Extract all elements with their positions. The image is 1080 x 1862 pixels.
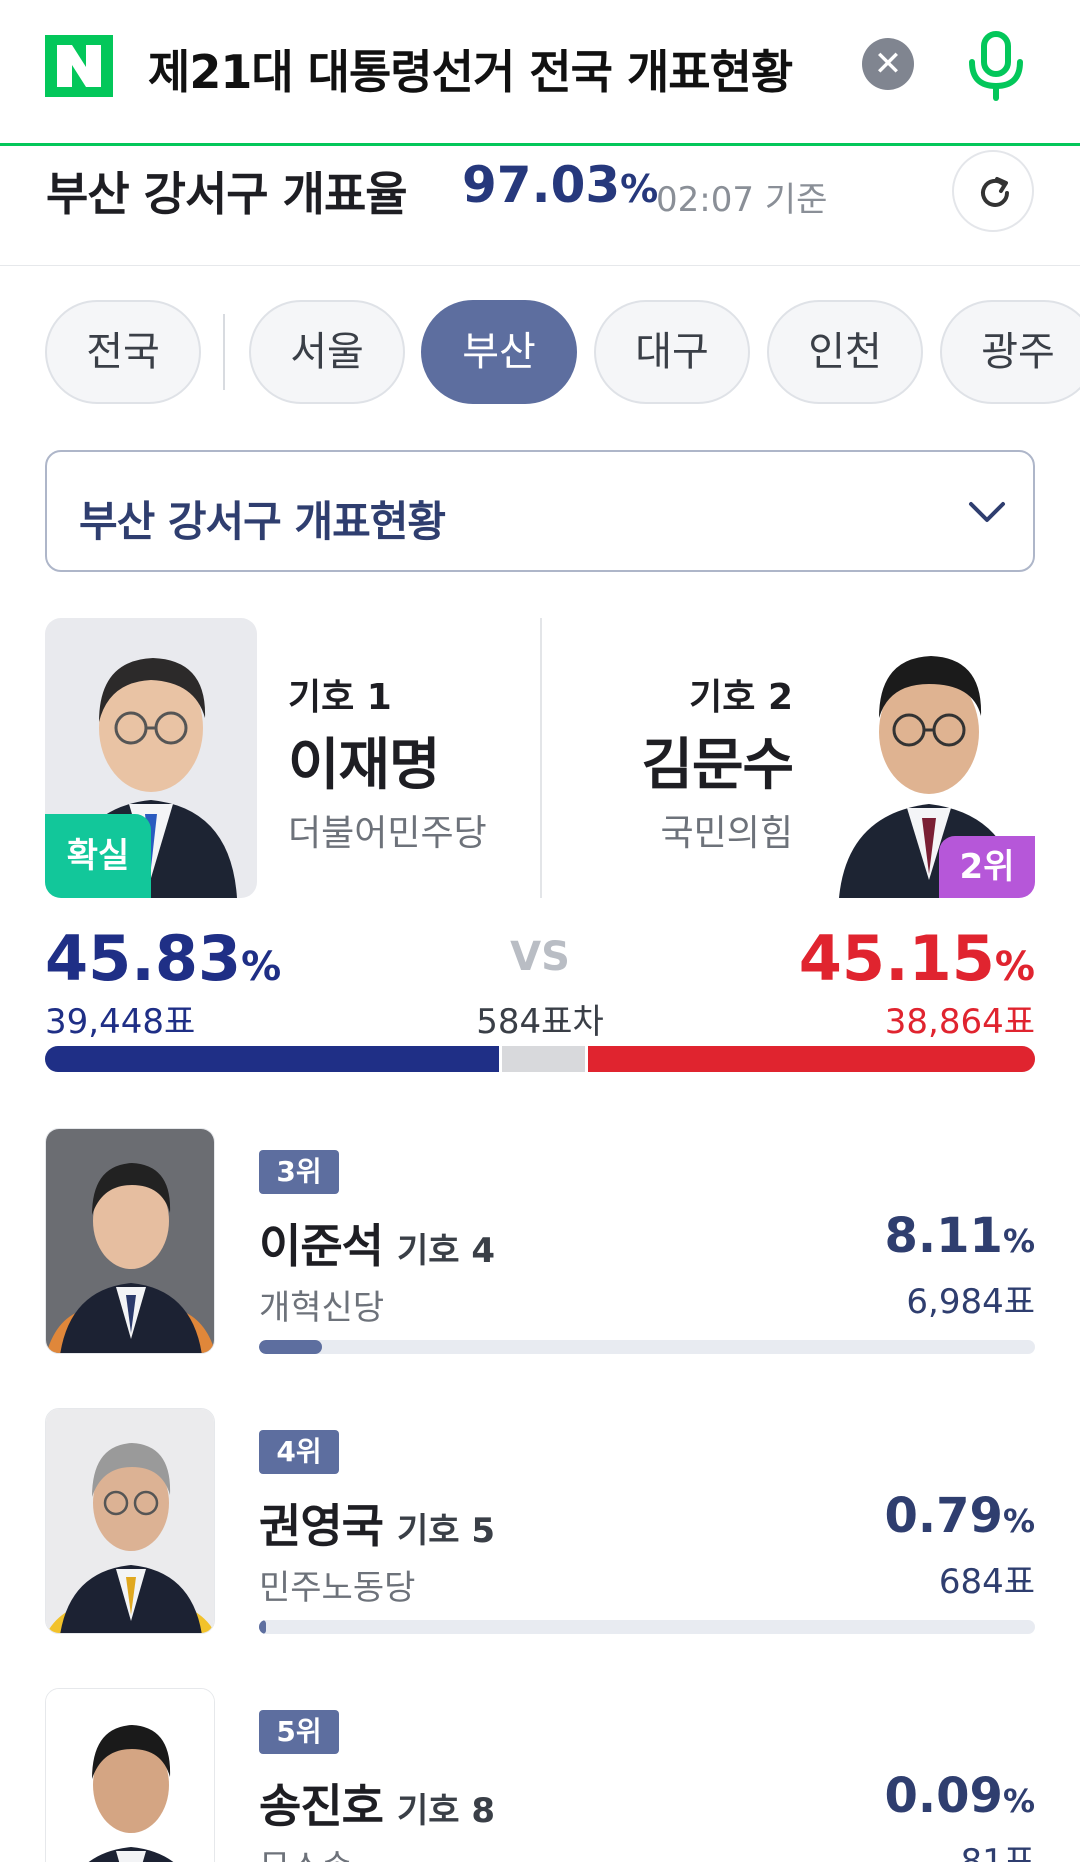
candidate-3-photo[interactable] [45,1128,215,1354]
district-select[interactable]: 부산 강서구 개표현황 [45,450,1035,572]
rank-2-badge: 2위 [939,836,1035,898]
candidate-name-text: 이준석 [259,1219,384,1273]
candidate-name-text: 권영국 [259,1499,384,1553]
candidate-5-name[interactable]: 송진호 기호 8 [259,1770,495,1836]
candidate-party: 개혁신당 [259,1288,385,1328]
center-divider [540,618,542,898]
vote-share-bar [45,1046,1035,1072]
candidate-1-percent: 45.83% [45,922,281,995]
candidate-share-fill [259,1340,322,1354]
tab-divider [223,314,225,390]
candidate-row-5[interactable]: 5위 송진호 기호 8 무소속 0.09% 81표 [0,1688,1080,1862]
candidate-party: 민주노동당 [259,1568,416,1608]
candidate-row-4[interactable]: 4위 권영국 기호 5 민주노동당 0.79% 684표 [0,1408,1080,1648]
naver-logo-icon[interactable] [45,35,113,97]
rank-badge: 3위 [259,1150,339,1194]
candidate-1-number: 기호 1 [288,677,392,718]
candidate-number: 기호 4 [396,1231,496,1271]
candidate-2-number: 기호 2 [689,677,793,718]
count-rate-title: 부산 강서구 개표율 [46,167,408,221]
close-icon: ✕ [873,44,903,84]
candidate-1-percent-unit: % [241,944,282,990]
district-select-label: 부산 강서구 개표현황 [79,497,446,546]
candidate-4-photo[interactable] [45,1408,215,1634]
vote-difference: 584표차 [476,1002,604,1042]
rank-badge: 5위 [259,1710,339,1754]
bar-gap [499,1046,502,1072]
rank-badge: 4위 [259,1430,339,1474]
tab-gwangju[interactable]: 광주 [940,300,1080,404]
candidate-1-votes: 39,448표 [45,1002,196,1042]
vs-label: VS [510,934,570,980]
candidate-2-party: 국민의힘 [660,813,793,854]
region-tabs: 전국 서울 부산 대구 인천 광주 [0,300,1080,406]
search-bar: 제21대 대통령선거 전국 개표현황 ✕ [0,0,1080,146]
candidate-2-share-bar [588,1046,1035,1072]
tab-national[interactable]: 전국 [45,300,201,404]
candidate-share-bar [259,1340,1035,1354]
count-rate-unit: % [620,167,659,211]
search-input[interactable]: 제21대 대통령선거 전국 개표현황 [148,36,793,102]
count-timestamp: 02:07 기준 [656,180,828,220]
tab-busan[interactable]: 부산 [421,300,577,404]
candidate-1-share-bar [45,1046,499,1072]
candidate-3-name[interactable]: 이준석 기호 4 [259,1210,495,1276]
tab-daegu[interactable]: 대구 [594,300,750,404]
candidate-1-name[interactable]: 이재명 [288,720,441,801]
candidate-name-text: 송진호 [259,1779,384,1833]
refresh-icon [981,177,1009,207]
candidate-percent-unit: % [1002,1502,1035,1540]
candidate-number: 기호 5 [396,1511,496,1551]
candidate-percent: 0.09% [885,1768,1036,1824]
candidate-row-3[interactable]: 3위 이준석 기호 4 개혁신당 8.11% 6,984표 [0,1128,1080,1368]
candidate-number: 기호 8 [396,1791,496,1831]
candidate-percent-value: 8.11 [884,1208,1003,1264]
candidate-1-party: 더불어민주당 [288,813,487,854]
count-rate-value: 97.03% [462,156,658,214]
candidate-percent-unit: % [1002,1782,1035,1820]
count-rate-header: 부산 강서구 개표율 97.03% 02:07 기준 [0,146,1080,266]
candidate-percent-value: 0.79 [884,1488,1003,1544]
candidate-4-name[interactable]: 권영국 기호 5 [259,1490,495,1556]
candidate-share-bar [259,1620,1035,1634]
tab-seoul[interactable]: 서울 [249,300,405,404]
candidate-2-percent-value: 45.15 [798,922,995,995]
chevron-down-icon [969,502,1005,522]
confirmed-badge: 확실 [45,814,151,898]
candidate-1-percent-value: 45.83 [45,922,242,995]
candidate-percent: 0.79% [885,1488,1036,1544]
tab-incheon[interactable]: 인천 [767,300,923,404]
candidate-votes: 6,984표 [906,1282,1035,1322]
candidate-party: 무소속 [259,1840,353,1862]
candidate-2-percent-unit: % [994,944,1035,990]
count-rate-number: 97.03 [462,156,621,214]
refresh-button[interactable] [952,150,1034,232]
candidate-percent-value: 0.09 [884,1768,1003,1824]
microphone-icon[interactable] [966,30,1026,102]
candidate-percent: 8.11% [885,1208,1036,1264]
candidate-2-name[interactable]: 김문수 [641,720,794,801]
candidate-share-fill [259,1620,266,1634]
candidate-votes: 684표 [938,1562,1035,1602]
clear-search-button[interactable]: ✕ [862,38,914,90]
candidate-2-votes: 38,864표 [884,1002,1035,1042]
candidate-percent-unit: % [1002,1222,1035,1260]
candidate-2-percent: 45.15% [799,922,1035,995]
candidate-votes: 81표 [960,1842,1035,1862]
candidate-5-photo[interactable] [45,1688,215,1862]
